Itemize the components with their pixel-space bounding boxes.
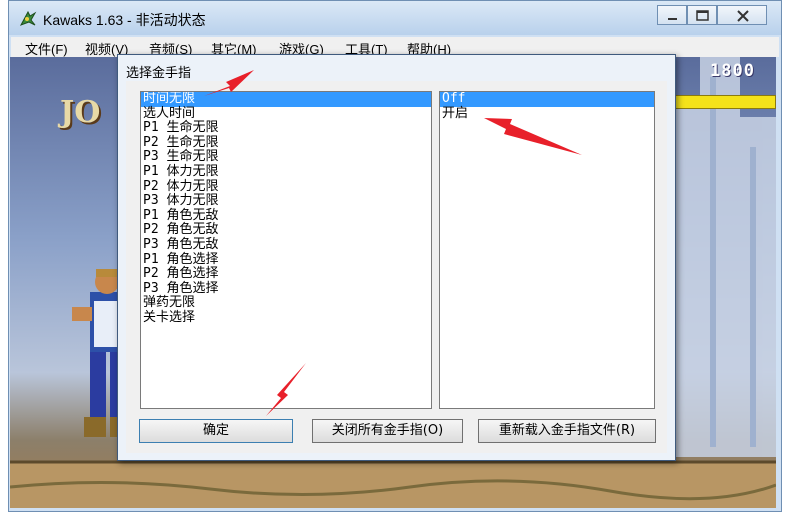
menu-file[interactable]: 文件(F)	[25, 39, 68, 58]
cheat-list-item[interactable]: P3 体力无限	[141, 194, 431, 209]
cheat-list-item[interactable]: 选人时间	[141, 106, 431, 122]
cheat-list-item[interactable]: P3 角色选择	[141, 281, 431, 297]
close-all-cheats-button[interactable]: 关闭所有金手指(O)	[312, 419, 463, 443]
option-list-item[interactable]: Off	[440, 92, 654, 107]
cheat-list-item[interactable]: P2 角色选择	[141, 267, 431, 282]
cheat-list-item[interactable]: P1 体力无限	[141, 164, 431, 180]
player-name: JO	[60, 95, 101, 130]
close-button[interactable]	[717, 5, 767, 25]
cheat-list-item[interactable]: P2 角色无敌	[141, 223, 431, 238]
option-list-item[interactable]: 开启	[440, 106, 654, 122]
title-bar[interactable]: Kawaks 1.63 - 非活动状态	[9, 1, 781, 35]
dialog-title: 选择金手指	[126, 66, 192, 81]
cheat-list-item[interactable]: P3 生命无限	[141, 150, 431, 165]
close-icon	[737, 10, 749, 22]
cheat-dialog: 选择金手指 时间无限 选人时间 P1 生命无限 P2 生命无限 P3 生命无限 P1 体力…	[117, 54, 676, 461]
ok-button[interactable]: 确定	[139, 419, 293, 443]
cheat-list-item[interactable]: P2 体力无限	[141, 179, 431, 195]
cheat-list-item[interactable]: P3 角色无敌	[141, 237, 431, 253]
window-title: Kawaks 1.63 - 非活动状态	[43, 12, 206, 28]
minimize-icon	[668, 18, 677, 20]
maximize-button[interactable]	[687, 5, 717, 25]
cheat-list-item[interactable]: P1 生命无限	[141, 121, 431, 136]
health-bar	[674, 95, 776, 109]
minimize-button[interactable]	[657, 5, 687, 25]
cheat-list-item[interactable]: 时间无限	[141, 92, 431, 107]
kawaks-app-icon	[19, 10, 37, 26]
score-display: 1800	[710, 61, 755, 81]
cheat-list-item[interactable]: 关卡选择	[141, 310, 431, 326]
dialog-body: 时间无限 选人时间 P1 生命无限 P2 生命无限 P3 生命无限 P1 体力无限 P2 体…	[126, 81, 667, 453]
cheat-listbox[interactable]: 时间无限 选人时间 P1 生命无限 P2 生命无限 P3 生命无限 P1 体力无限 P2 体…	[140, 91, 432, 409]
reload-cheat-file-button[interactable]: 重新载入金手指文件(R)	[478, 419, 656, 443]
option-listbox[interactable]: Off 开启	[439, 91, 655, 409]
cheat-list-item[interactable]: 弹药无限	[141, 296, 431, 311]
maximize-icon	[696, 10, 709, 21]
cheat-list-item[interactable]: P1 角色选择	[141, 252, 431, 268]
